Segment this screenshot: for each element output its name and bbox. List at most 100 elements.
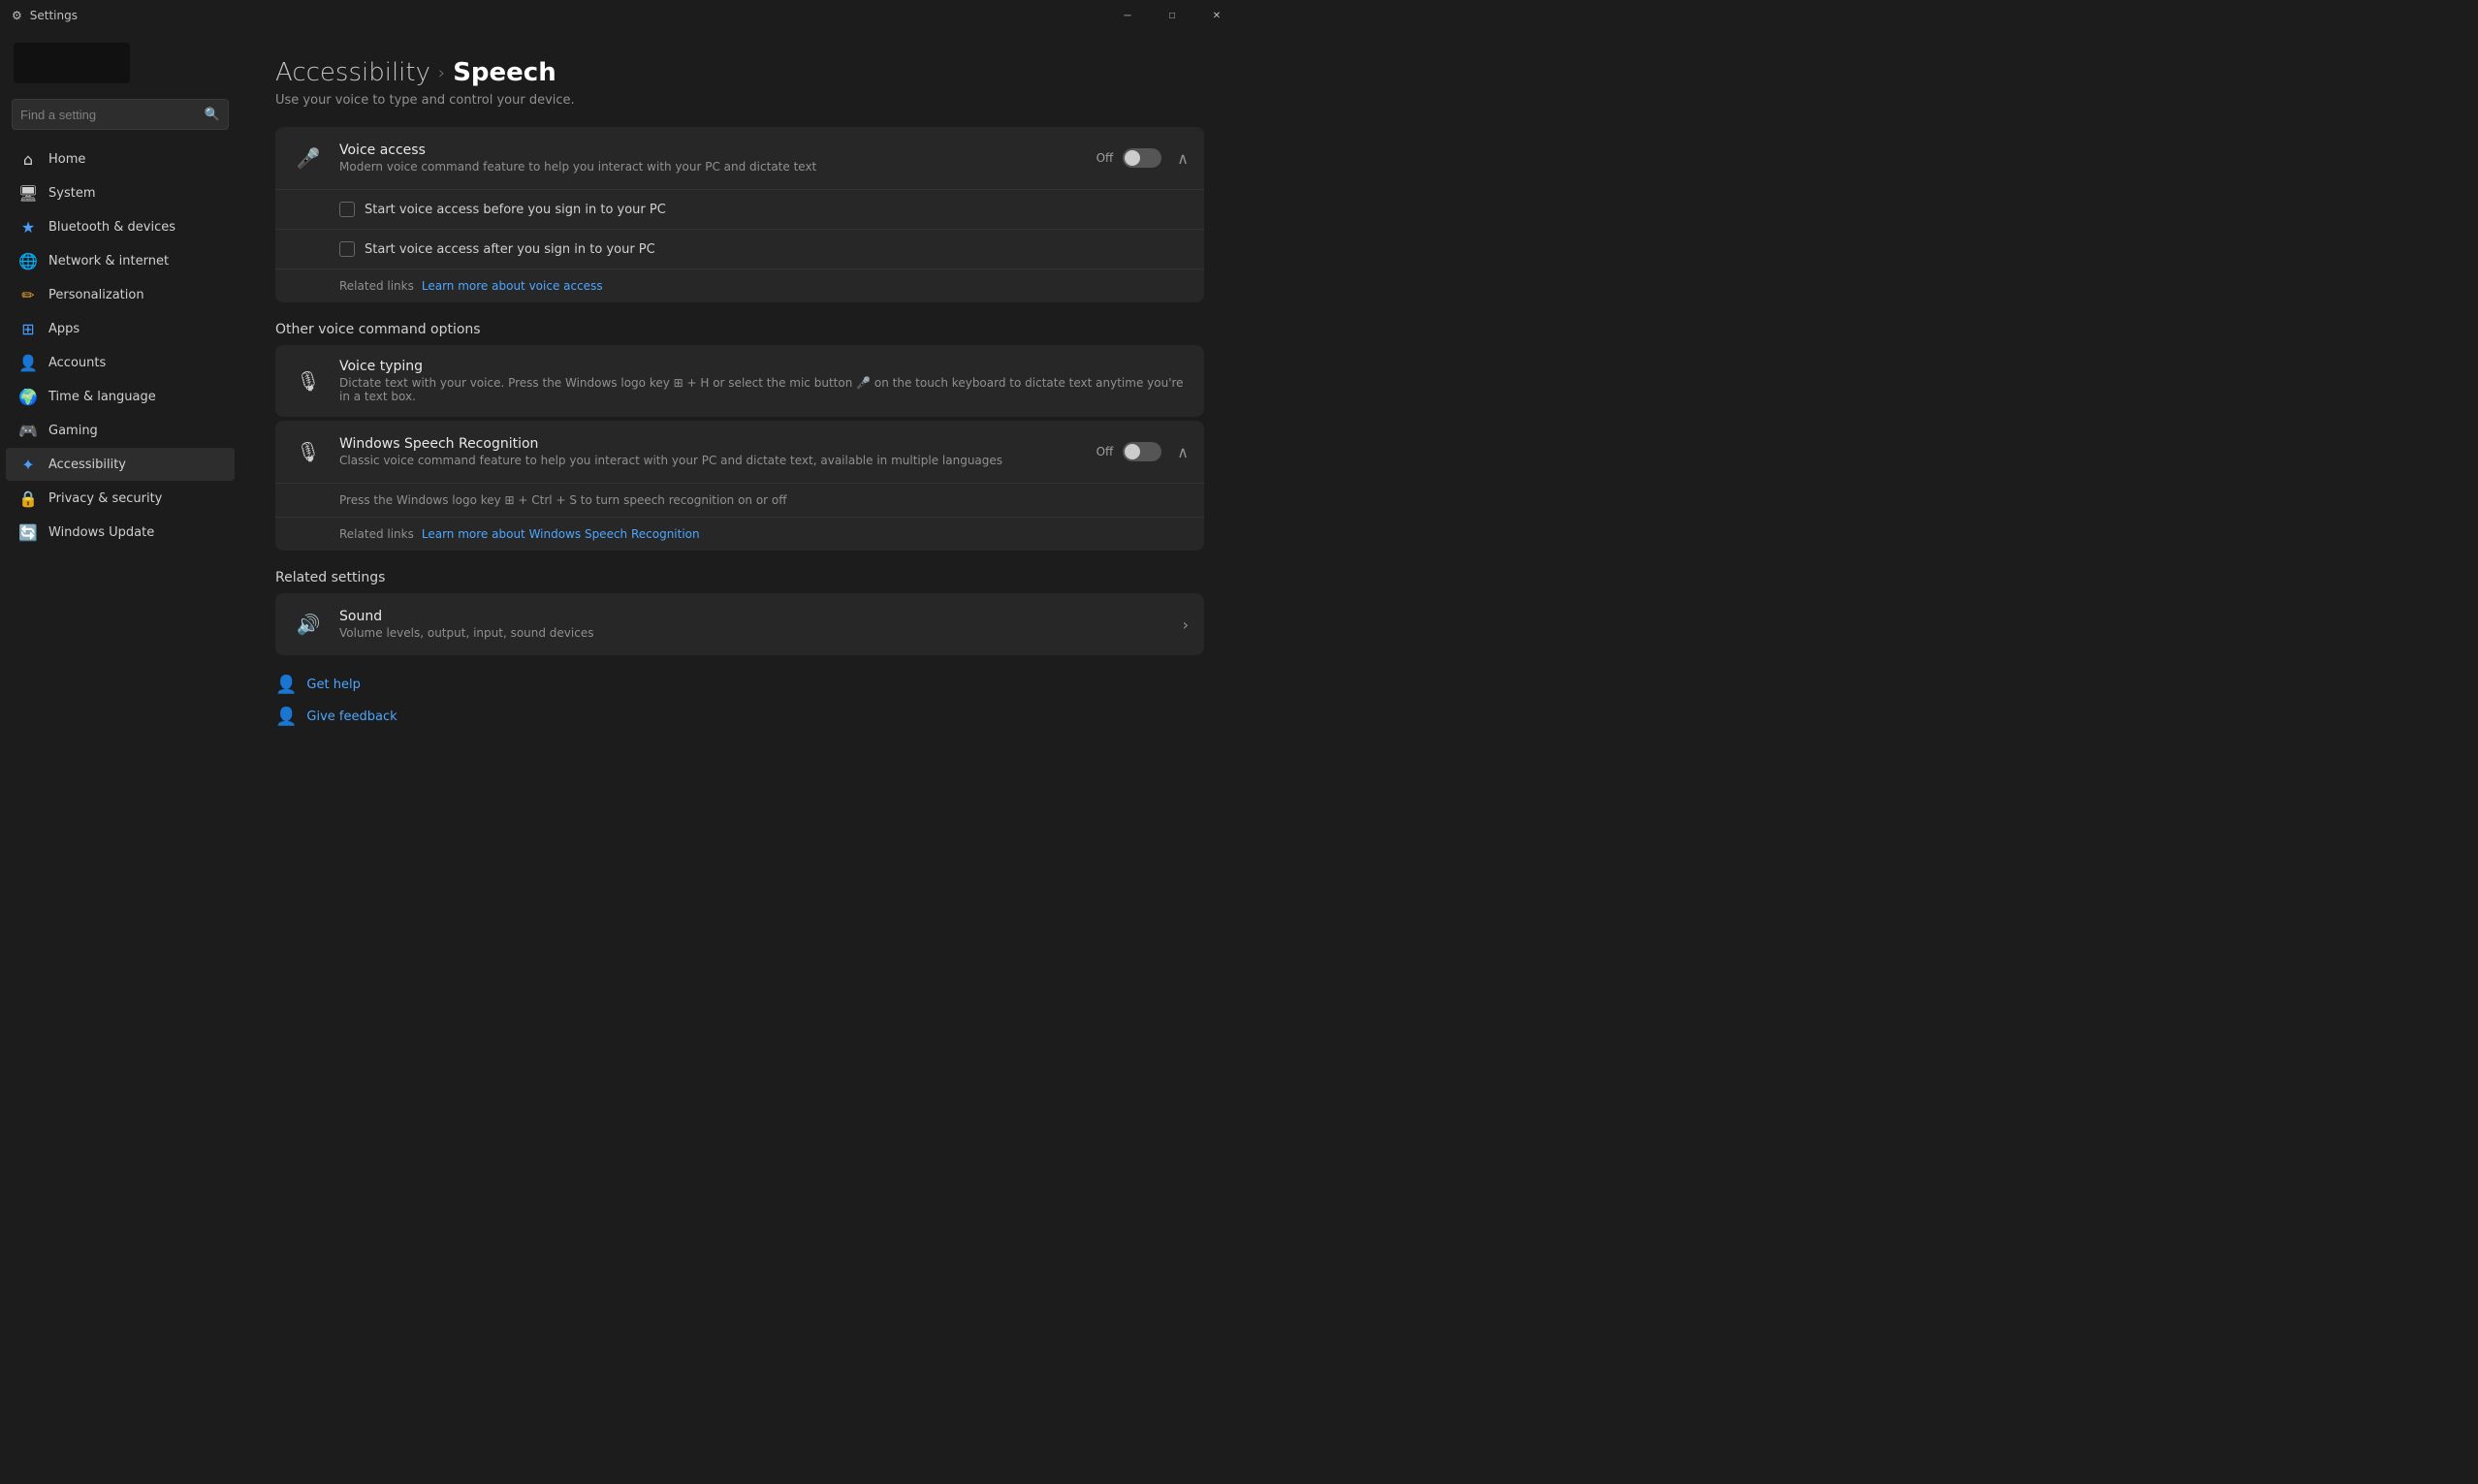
sidebar-nav: ⌂ Home 🖥 System ★ Bluetooth & devices 🌐 … [0,142,240,550]
privacy-icon: 🔒 [19,489,37,507]
speech-recognition-title: Windows Speech Recognition [339,436,1096,452]
voice-access-title: Voice access [339,142,1096,158]
bluetooth-icon: ★ [19,218,37,236]
sidebar-item-privacy-label: Privacy & security [48,491,162,506]
sidebar-item-bluetooth[interactable]: ★ Bluetooth & devices [6,210,235,243]
footer-links: 👤 Get help 👤 Give feedback [275,675,1204,727]
voice-typing-card: 🎙 Voice typing Dictate text with your vo… [275,345,1204,417]
sidebar-item-time-label: Time & language [48,390,156,404]
sidebar-item-home[interactable]: ⌂ Home [6,142,235,175]
main-content: Accessibility › Speech Use your voice to… [240,31,1239,742]
sidebar-item-gaming-label: Gaming [48,424,98,438]
sidebar-item-gaming[interactable]: 🎮 Gaming [6,414,235,447]
sidebar-item-windowsupdate-label: Windows Update [48,525,154,540]
speech-recognition-learn-more-link[interactable]: Learn more about Windows Speech Recognit… [422,527,700,541]
avatar [14,43,130,83]
breadcrumb-separator: › [438,63,445,83]
sidebar-item-apps[interactable]: ⊞ Apps [6,312,235,345]
search-input[interactable] [20,108,205,122]
sound-icon: 🔊 [291,607,326,642]
sound-title: Sound [339,609,1183,624]
minimize-button[interactable]: ─ [1105,0,1150,31]
speech-recognition-controls: Off ∧ [1096,442,1189,461]
give-feedback-icon: 👤 [275,707,297,727]
close-button[interactable]: ✕ [1194,0,1239,31]
speech-recognition-toggle[interactable] [1123,442,1161,461]
speech-recognition-toggle-knob [1125,444,1140,459]
windowsupdate-icon: 🔄 [19,523,37,541]
page-subtitle: Use your voice to type and control your … [275,93,1204,108]
voice-typing-icon: 🎙 [291,363,326,398]
toggle-knob [1125,150,1140,166]
accounts-icon: 👤 [19,354,37,371]
sidebar-item-privacy[interactable]: 🔒 Privacy & security [6,482,235,515]
sidebar-item-network[interactable]: 🌐 Network & internet [6,244,235,277]
sidebar-item-windowsupdate[interactable]: 🔄 Windows Update [6,516,235,549]
sidebar-item-home-label: Home [48,152,85,167]
app-title: Settings [30,9,78,22]
voice-access-learn-more-link[interactable]: Learn more about voice access [422,279,603,293]
speech-recognition-toggle-label: Off [1096,445,1114,458]
speech-recognition-body-text: Press the Windows logo key ⊞ + Ctrl + S … [275,483,1204,517]
voice-access-controls: Off ∧ [1096,148,1189,168]
voice-typing-desc: Dictate text with your voice. Press the … [339,376,1189,403]
get-help-icon: 👤 [275,675,297,695]
sidebar-item-bluetooth-label: Bluetooth & devices [48,220,175,235]
sidebar-item-time[interactable]: 🌍 Time & language [6,380,235,413]
get-help-label: Get help [306,678,360,692]
sidebar-item-accessibility-label: Accessibility [48,458,126,472]
voice-access-chevron[interactable]: ∧ [1177,149,1189,168]
voice-access-sub1-label: Start voice access before you sign in to… [365,203,666,217]
apps-icon: ⊞ [19,320,37,337]
speech-recognition-related-label: Related links [339,527,414,541]
get-help-link[interactable]: 👤 Get help [275,675,1204,695]
voice-access-text: Voice access Modern voice command featur… [339,142,1096,174]
sidebar-item-system[interactable]: 🖥 System [6,176,235,209]
voice-access-sub2: Start voice access after you sign in to … [275,229,1204,268]
sidebar-item-accessibility[interactable]: ✦ Accessibility [6,448,235,481]
network-icon: 🌐 [19,252,37,269]
sidebar-item-accounts[interactable]: 👤 Accounts [6,346,235,379]
voice-access-toggle[interactable] [1123,148,1161,168]
related-settings-heading: Related settings [275,570,1204,585]
search-box[interactable]: 🔍 [12,99,229,130]
sidebar-item-system-label: System [48,186,95,201]
speech-recognition-header: 🎙 Windows Speech Recognition Classic voi… [275,421,1204,483]
time-icon: 🌍 [19,388,37,405]
sidebar-item-personalization[interactable]: ✏ Personalization [6,278,235,311]
sound-card-header: 🔊 Sound Volume levels, output, input, so… [275,593,1204,655]
sound-arrow-icon: › [1183,616,1189,634]
voice-access-sub2-checkbox[interactable] [339,241,355,257]
other-voice-section-heading: Other voice command options [275,322,1204,337]
sound-desc: Volume levels, output, input, sound devi… [339,626,1183,640]
voice-access-toggle-label: Off [1096,151,1114,165]
sidebar-item-apps-label: Apps [48,322,79,336]
speech-recognition-chevron[interactable]: ∧ [1177,443,1189,461]
voice-access-related-links: Related links Learn more about voice acc… [275,268,1204,302]
sidebar-item-accounts-label: Accounts [48,356,106,370]
sidebar-item-network-label: Network & internet [48,254,169,268]
voice-access-icon: 🎤 [291,141,326,175]
speech-recognition-related-links: Related links Learn more about Windows S… [275,517,1204,551]
give-feedback-link[interactable]: 👤 Give feedback [275,707,1204,727]
voice-access-sub1: Start voice access before you sign in to… [275,189,1204,229]
window-controls: ─ □ ✕ [1105,0,1239,31]
sound-card-text: Sound Volume levels, output, input, soun… [339,609,1183,640]
speech-recognition-desc: Classic voice command feature to help yo… [339,454,1096,467]
personalization-icon: ✏ [19,286,37,303]
voice-access-related-label: Related links [339,279,414,293]
page-title: Speech [453,58,556,87]
voice-typing-title: Voice typing [339,359,1189,374]
voice-access-card: 🎤 Voice access Modern voice command feat… [275,127,1204,302]
titlebar: ⚙ Settings ─ □ ✕ [0,0,1239,31]
voice-typing-row[interactable]: 🎙 Voice typing Dictate text with your vo… [275,345,1204,417]
home-icon: ⌂ [19,150,37,168]
accessibility-icon: ✦ [19,456,37,473]
maximize-button[interactable]: □ [1150,0,1194,31]
sound-card[interactable]: 🔊 Sound Volume levels, output, input, so… [275,593,1204,655]
voice-access-sub1-checkbox[interactable] [339,202,355,217]
search-icon: 🔍 [205,108,220,122]
speech-recognition-card: 🎙 Windows Speech Recognition Classic voi… [275,421,1204,551]
breadcrumb-parent[interactable]: Accessibility [275,58,430,87]
sidebar-item-personalization-label: Personalization [48,288,144,302]
